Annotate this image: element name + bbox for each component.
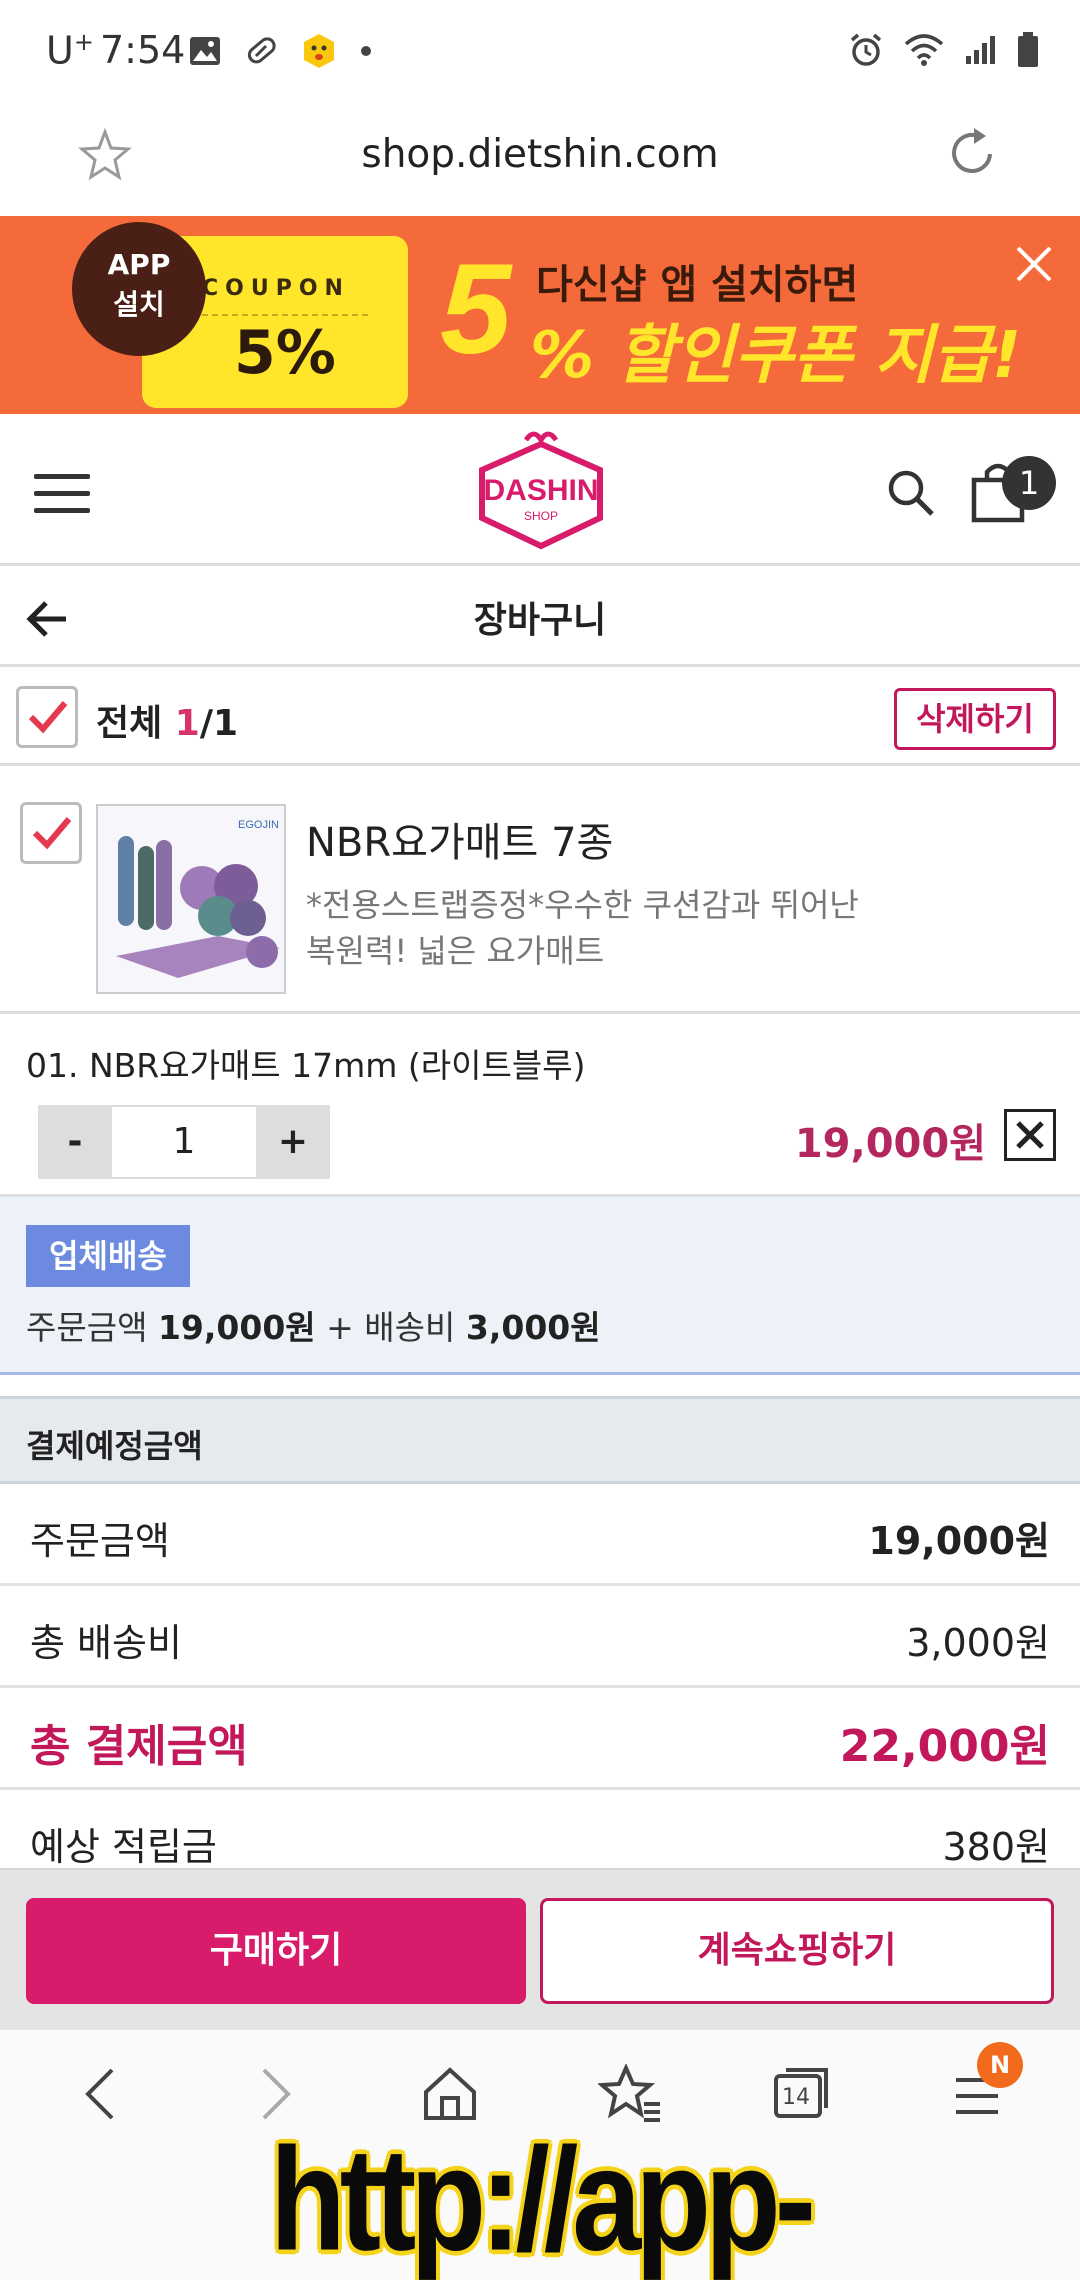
quantity-plus-button[interactable]: + [256, 1105, 330, 1179]
app-install-badge: APP 설치 [72, 222, 206, 356]
select-all-checkbox[interactable] [16, 686, 78, 748]
buy-button[interactable]: 구매하기 [26, 1898, 526, 2004]
total-count: /1 [199, 703, 239, 744]
item-option: 01. NBR요가매트 17mm (라이트블루) - 1 + 19,000원 [0, 1017, 1080, 1197]
product-thumbnail[interactable]: EGOJIN [96, 804, 286, 994]
payment-summary-heading: 결제예정금액 [0, 1396, 1080, 1484]
pill-icon [247, 37, 276, 64]
banner-big-five: 5 [440, 238, 512, 381]
vendor-shipping-badge: 업체배송 [26, 1225, 190, 1287]
select-all-label: 전체 1/1 [96, 703, 239, 744]
item-checkbox[interactable] [20, 802, 82, 864]
browser-url-bar: shop.dietshin.com [0, 106, 1080, 216]
app-install-banner[interactable]: COUPON 5% APP 설치 5 다신샵 앱 설치하면 % 할인쿠폰 지급! [0, 216, 1080, 414]
banner-headline: 다신샵 앱 설치하면 [536, 262, 859, 308]
svg-text:EGOJIN: EGOJIN [238, 819, 279, 831]
banner-subheadline: % 할인쿠폰 지급! [530, 319, 1022, 393]
delete-selected-button[interactable]: 삭제하기 [894, 688, 1056, 750]
yoga-mat-image: EGOJIN [116, 819, 280, 978]
svg-text:SHOP: SHOP [524, 509, 558, 523]
site-header: DASHIN SHOP 1 [0, 414, 1080, 566]
cart-count-badge: 1 [1002, 456, 1056, 510]
continue-shopping-button[interactable]: 계속쇼핑하기 [540, 1898, 1054, 2004]
summary-row-shipping: 총 배송비 3,000원 [0, 1586, 1080, 1688]
wifi-icon [904, 34, 944, 66]
menu-new-badge: N [977, 2042, 1023, 2088]
url-text[interactable]: shop.dietshin.com [0, 132, 1080, 177]
remove-option-button[interactable] [1004, 1109, 1056, 1161]
banner-close-icon[interactable] [1014, 244, 1054, 284]
selected-count: 1 [174, 703, 200, 744]
reload-icon[interactable] [946, 126, 1002, 182]
carrier-label: U+ [46, 28, 94, 73]
battery-icon [1018, 32, 1038, 67]
shipping-info: 업체배송 주문금액 19,000원 + 배송비 3,000원 [0, 1197, 1080, 1375]
dashin-shop-logo[interactable]: DASHIN SHOP [474, 428, 608, 552]
signal-icon [966, 36, 995, 64]
page-title-bar: 장바구니 [0, 569, 1080, 667]
cart-item: EGOJIN NBR요가매트 7종 *전용스트랩증정*우수한 쿠션감과 뛰어난 … [0, 786, 1080, 1014]
gallery-icon [190, 37, 220, 65]
checkmark-icon [28, 701, 68, 734]
option-name: 01. NBR요가매트 17mm (라이트블루) [26, 1046, 586, 1085]
quantity-minus-button[interactable]: - [38, 1105, 112, 1179]
quantity-stepper: - 1 + [38, 1105, 330, 1179]
shipping-summary: 주문금액 19,000원 + 배송비 3,000원 [26, 1308, 601, 1347]
clock: 7:54 [100, 28, 186, 72]
quantity-input[interactable]: 1 [112, 1105, 256, 1179]
alarm-icon [850, 33, 882, 66]
close-icon [1016, 1121, 1044, 1149]
checkout-action-bar: 구매하기 계속쇼핑하기 [0, 1868, 1080, 2030]
option-price: 19,000원 [794, 1121, 986, 1167]
select-all-bar: 전체 1/1 삭제하기 [0, 670, 1080, 766]
product-description: *전용스트랩증정*우수한 쿠션감과 뛰어난 복원력! 넓은 요가매트 [306, 886, 859, 970]
search-icon[interactable] [886, 468, 936, 518]
page-title: 장바구니 [473, 600, 607, 641]
dot-icon [361, 46, 371, 56]
product-name[interactable]: NBR요가매트 7종 [306, 810, 613, 868]
status-bar: U+ 7:54 [0, 0, 1080, 106]
checkmark-icon [32, 817, 72, 850]
summary-row-total: 총 결제금액 22,000원 [0, 1688, 1080, 1790]
emoji-app-icon [304, 34, 334, 68]
svg-text:DASHIN: DASHIN [483, 474, 598, 507]
menu-hamburger-icon[interactable] [34, 474, 90, 525]
watermark-text: http://app-tech.tistory.com [269, 2118, 816, 2280]
summary-row-order-amount: 주문금액 19,000원 [0, 1484, 1080, 1586]
